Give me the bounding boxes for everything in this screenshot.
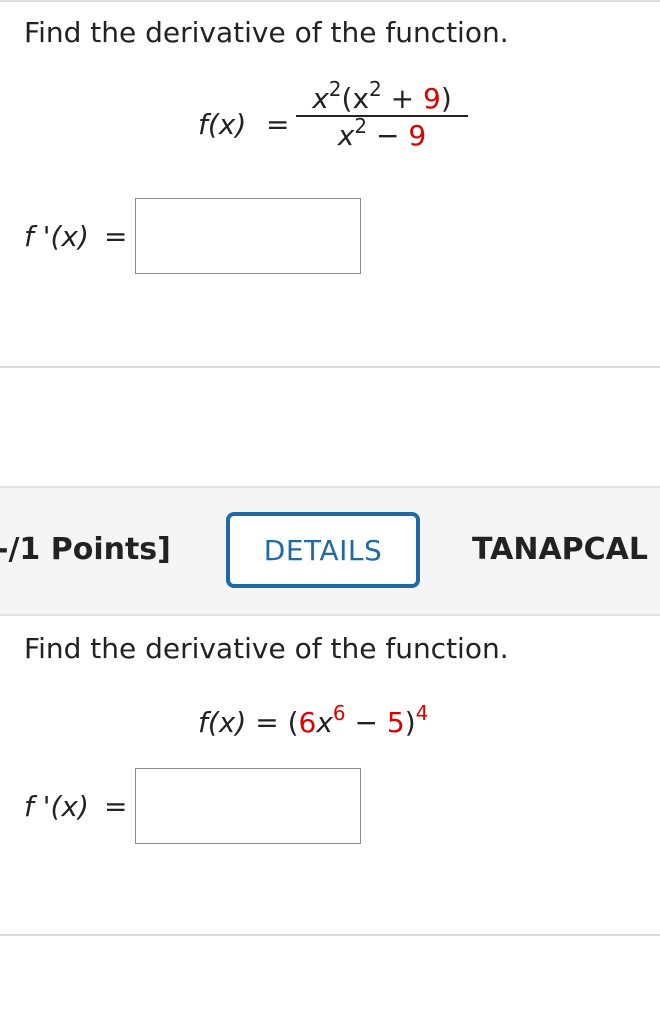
fraction-numerator: x2(x2 + 9) (296, 77, 468, 115)
top-divider (0, 0, 660, 2)
function-name: f(x) (198, 108, 247, 141)
numerator-exponent: 2 (328, 77, 342, 101)
problem1-fraction: x2(x2 + 9) x2 − 9 (296, 77, 468, 152)
numerator-constant: 9 (423, 82, 441, 115)
problem1-derivative-label: f '(x) (24, 220, 89, 253)
problem1-function-label: f(x) (198, 108, 246, 141)
function-name: f(x) (198, 706, 247, 739)
problem2-divider (0, 934, 660, 936)
expr-exponent: 6 (332, 701, 346, 725)
source-label: TANAPCAL (472, 532, 649, 567)
denominator-base: x (337, 119, 355, 152)
expr-constant: 5 (386, 706, 405, 739)
numerator-plus: + (381, 82, 424, 115)
numerator-close: ) (440, 82, 452, 115)
function-equals: = (255, 706, 279, 739)
denominator-minus: − (367, 119, 409, 152)
points-label: -/1 Points] (0, 532, 171, 567)
problem1-divider (0, 366, 660, 368)
derivative-name: f '(x) (24, 790, 89, 823)
problem1-derivative-equals: = (104, 220, 128, 253)
denominator-exponent: 2 (354, 114, 368, 138)
page: Find the derivative of the function. f(x… (0, 0, 660, 1019)
details-button[interactable]: DETAILS (226, 512, 420, 588)
problem2-instruction: Find the derivative of the function. (24, 632, 509, 665)
problem1-answer-input[interactable] (135, 198, 361, 274)
numerator-open: (x (341, 82, 370, 115)
derivative-name: f '(x) (24, 220, 89, 253)
expr-base: x (316, 706, 333, 739)
numerator-base: x (312, 82, 329, 115)
expr-close: ) (404, 706, 416, 739)
expr-coefficient: 6 (298, 706, 317, 739)
problem1-instruction: Find the derivative of the function. (24, 16, 509, 49)
problem1-equals: = (266, 108, 290, 141)
problem2-function: f(x) = (6x6 − 5)4 (198, 701, 428, 739)
problem2-answer-input[interactable] (135, 768, 361, 844)
expr-outer-exponent: 4 (415, 701, 429, 725)
problem2-derivative-equals: = (104, 790, 128, 823)
denominator-constant: 9 (408, 119, 427, 152)
fraction-denominator: x2 − 9 (296, 114, 468, 152)
expr-minus: − (345, 706, 387, 739)
problem2-derivative-label: f '(x) (24, 790, 89, 823)
expr-open: ( (287, 706, 299, 739)
numerator-inner-exponent: 2 (369, 77, 382, 101)
